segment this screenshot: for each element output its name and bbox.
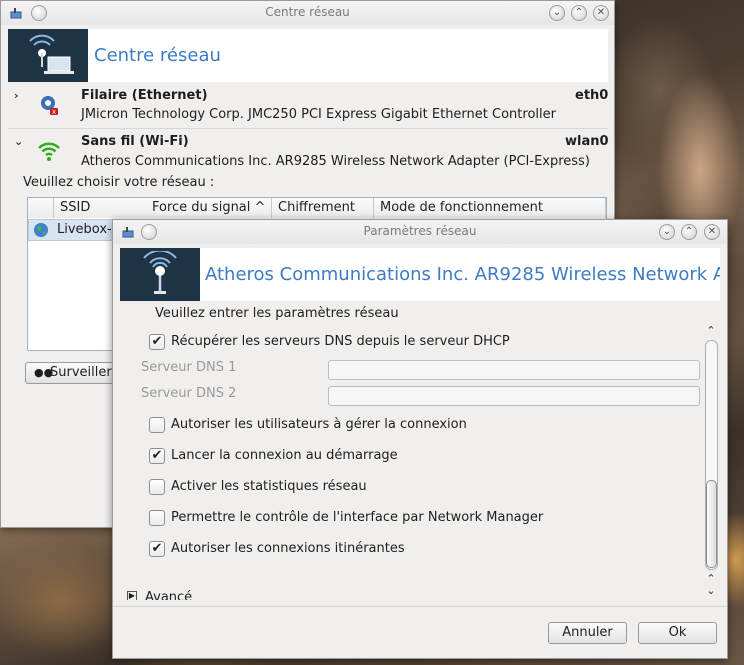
expand-ethernet-button[interactable]: › <box>14 89 19 102</box>
column-header-signal[interactable]: Force du signal ^ <box>146 198 272 218</box>
column-header-check <box>28 198 54 218</box>
dialog-header-band: Atheros Communications Inc. AR9285 Wirel… <box>120 248 720 301</box>
network-settings-dialog: Paramètres réseau ⌄ ⌃ ✕ Atheros Communic… <box>112 219 728 659</box>
dns-from-dhcp-label: Récupérer les serveurs DNS depuis le ser… <box>171 334 510 349</box>
advanced-expand-icon[interactable]: ▶ <box>127 591 137 600</box>
ethernet-interface: eth0 <box>575 88 609 103</box>
ethernet-icon: x <box>41 96 58 116</box>
collapse-wifi-button[interactable]: ⌄ <box>14 135 23 148</box>
network-manager-label: Permettre le contrôle de l'interface par… <box>171 510 544 525</box>
scroll-up-button[interactable]: ⌃ <box>705 324 717 337</box>
main-window-title: Centre réseau <box>265 5 350 19</box>
main-header-band: Centre réseau <box>8 29 608 82</box>
column-header-mode[interactable]: Mode de fonctionnement <box>374 198 606 218</box>
monitor-button[interactable]: ●●Surveiller <box>25 362 125 384</box>
network-ssid: Livebox- <box>57 222 112 237</box>
choose-network-label: Veuillez choisir votre réseau : <box>23 175 215 190</box>
close-button[interactable]: ✕ <box>593 5 609 21</box>
wifi-name: Sans fil (Wi-Fi) <box>81 134 189 149</box>
column-header-encryption[interactable]: Chiffrement <box>272 198 374 218</box>
scrollbar-thumb[interactable] <box>706 480 717 568</box>
dialog-minimize-button[interactable]: ⌄ <box>659 224 675 240</box>
intro-label: Veuillez entrer les paramètres réseau <box>155 306 399 321</box>
svg-text:x: x <box>52 108 56 116</box>
main-titlebar[interactable]: Centre réseau ⌄ ⌃ ✕ <box>1 1 614 25</box>
dns1-field[interactable] <box>328 360 700 380</box>
wifi-description: Atheros Communications Inc. AR9285 Wirel… <box>81 154 590 169</box>
separator <box>8 128 608 129</box>
signal-header-label: Force du signal <box>152 200 251 215</box>
start-at-boot-checkbox[interactable]: ✔ <box>149 448 165 464</box>
network-stats-checkbox[interactable] <box>149 479 165 495</box>
network-manager-checkbox[interactable] <box>149 510 165 526</box>
binoculars-icon: ●● <box>34 366 54 379</box>
minimize-button[interactable]: ⌄ <box>549 5 565 21</box>
dialog-footer-separator <box>113 606 727 607</box>
maximize-button[interactable]: ⌃ <box>571 5 587 21</box>
dns2-label: Serveur DNS 2 <box>141 386 237 401</box>
dialog-close-button[interactable]: ✕ <box>704 224 720 240</box>
dns1-label: Serveur DNS 1 <box>141 360 237 375</box>
dialog-network-logo <box>120 248 200 301</box>
dialog-title: Paramètres réseau <box>363 224 477 238</box>
antenna-laptop-icon <box>29 34 74 74</box>
dns2-field[interactable] <box>328 386 700 406</box>
dns-from-dhcp-checkbox[interactable]: ✔ <box>149 334 165 350</box>
dialog-titlebar[interactable]: Paramètres réseau ⌄ ⌃ ✕ <box>113 220 727 244</box>
roaming-label: Autoriser les connexions itinérantes <box>171 541 405 556</box>
allow-users-manage-checkbox[interactable] <box>149 417 165 433</box>
globe-icon <box>34 223 48 237</box>
start-at-boot-label: Lancer la connexion au démarrage <box>171 448 398 463</box>
dialog-maximize-button[interactable]: ⌃ <box>681 224 697 240</box>
cancel-button[interactable]: Annuler <box>548 622 627 644</box>
allow-users-manage-label: Autoriser les utilisateurs à gérer la co… <box>171 417 467 432</box>
wifi-interface: wlan0 <box>565 134 609 149</box>
scroll-down-button[interactable]: ⌄ <box>705 584 717 597</box>
advanced-label[interactable]: Avancé <box>145 590 192 600</box>
antenna-icon <box>143 250 177 294</box>
dialog-header-title: Atheros Communications Inc. AR9285 Wirel… <box>205 264 720 285</box>
roaming-checkbox[interactable]: ✔ <box>149 541 165 557</box>
network-stats-label: Activer les statistiques réseau <box>171 479 367 494</box>
network-logo <box>8 29 88 82</box>
ok-button[interactable]: Ok <box>638 622 717 644</box>
advanced-clip: ▶ Avancé <box>123 590 263 600</box>
sort-ascending-icon: ^ <box>254 200 266 215</box>
column-header-ssid[interactable]: SSID <box>54 198 150 218</box>
main-header-title: Centre réseau <box>94 45 221 66</box>
ethernet-description: JMicron Technology Corp. JMC250 PCI Expr… <box>81 107 556 122</box>
monitor-button-label: Surveiller <box>50 365 112 380</box>
wifi-icon <box>38 142 60 161</box>
ethernet-name: Filaire (Ethernet) <box>81 88 208 103</box>
